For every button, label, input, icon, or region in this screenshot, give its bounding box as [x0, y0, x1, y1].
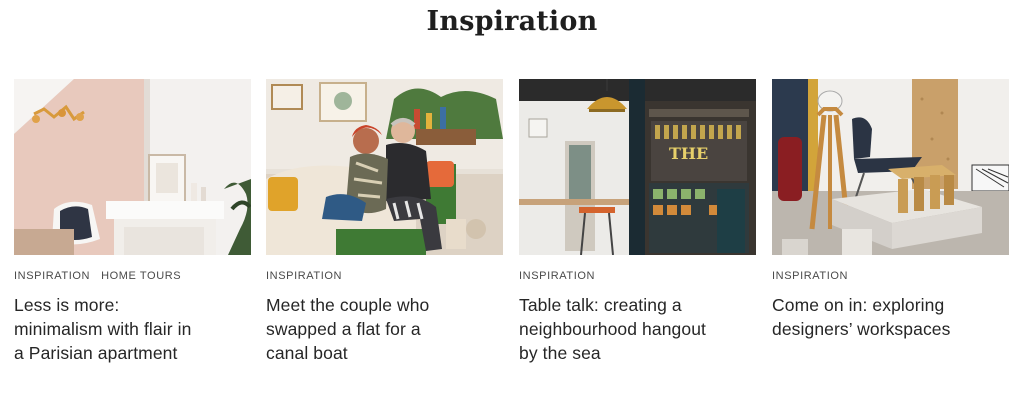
article-title[interactable]: Less is more: minimalism with flair in a… [14, 293, 251, 365]
article-title-line: neighbourhood hangout [519, 319, 706, 339]
tag-inspiration[interactable]: INSPIRATION [519, 270, 595, 282]
article-image-design-studio[interactable] [772, 79, 1009, 255]
article-card-designers-workspaces[interactable]: INSPIRATION Come on in: exploring design… [772, 79, 1009, 341]
article-image-couple-on-sofa[interactable] [266, 79, 503, 255]
tag-inspiration[interactable]: INSPIRATION [14, 270, 90, 282]
article-title-line: by the sea [519, 343, 601, 363]
article-title[interactable]: Come on in: exploring designers’ workspa… [772, 293, 1009, 341]
card-tags: INSPIRATION [519, 270, 756, 284]
card-tags: INSPIRATION [266, 270, 503, 284]
article-title[interactable]: Meet the couple who swapped a flat for a… [266, 293, 503, 365]
article-title-line: Meet the couple who [266, 295, 430, 315]
article-card-neighbourhood-hangout[interactable]: THE INSPIRATION Table talk: creating a n… [519, 79, 756, 365]
article-title-line: designers’ workspaces [772, 319, 951, 339]
article-image-living-room[interactable] [14, 79, 251, 255]
article-title-line: a Parisian apartment [14, 343, 178, 363]
tag-home-tours[interactable]: HOME TOURS [101, 270, 181, 282]
article-title-line: swapped a flat for a [266, 319, 421, 339]
article-card-canal-boat[interactable]: INSPIRATION Meet the couple who swapped … [266, 79, 503, 365]
section-title: Inspiration [426, 6, 598, 37]
article-title-line: Come on in: exploring [772, 295, 945, 315]
article-title[interactable]: Table talk: creating a neighbourhood han… [519, 293, 756, 365]
article-title-line: Table talk: creating a [519, 295, 682, 315]
article-title-line: canal boat [266, 343, 348, 363]
tag-inspiration[interactable]: INSPIRATION [266, 270, 342, 282]
article-card-parisian-apartment[interactable]: INSPIRATION HOME TOURS Less is more: mini… [14, 79, 251, 365]
card-tags: INSPIRATION [772, 270, 1009, 284]
tag-inspiration[interactable]: INSPIRATION [772, 270, 848, 282]
article-image-cafe-interior[interactable]: THE [519, 79, 756, 255]
card-tags: INSPIRATION HOME TOURS [14, 270, 251, 284]
article-title-line: minimalism with flair in [14, 319, 192, 339]
article-title-line: Less is more: [14, 295, 120, 315]
svg-text:THE: THE [669, 144, 708, 163]
